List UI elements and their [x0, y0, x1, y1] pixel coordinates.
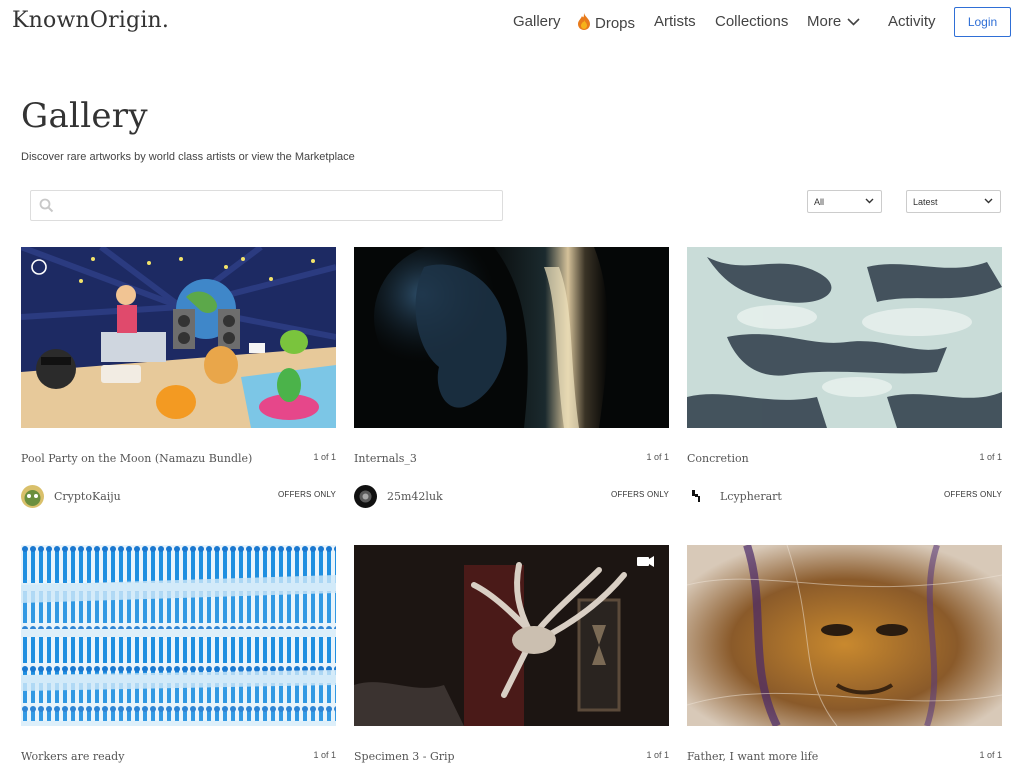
artwork-title[interactable]: Pool Party on the Moon (Namazu Bundle)	[21, 452, 252, 465]
artwork-image[interactable]	[21, 545, 336, 726]
nav-collections[interactable]: Collections	[715, 13, 788, 30]
category-select[interactable]: All	[807, 190, 882, 213]
artist-name[interactable]: CryptoKaiju	[54, 490, 121, 503]
edition-count: 1 of 1	[646, 750, 669, 760]
chevron-down-icon	[847, 18, 860, 26]
artist-row[interactable]: 25m42luk OFFERS ONLY	[354, 485, 669, 508]
artist-name[interactable]: Lcypherart	[720, 490, 782, 503]
artwork-title[interactable]: Workers are ready	[21, 750, 124, 763]
artwork-image[interactable]	[354, 545, 669, 726]
avatar[interactable]	[354, 485, 377, 508]
edition-count: 1 of 1	[313, 750, 336, 760]
edition-count: 1 of 1	[313, 452, 336, 462]
chevron-down-icon	[984, 198, 993, 204]
status-badge: OFFERS ONLY	[943, 490, 1002, 499]
artist-name[interactable]: 25m42luk	[387, 490, 443, 503]
avatar[interactable]	[21, 485, 44, 508]
artwork-image[interactable]	[687, 247, 1002, 428]
category-select-value: All	[814, 197, 825, 207]
artwork-card[interactable]: Concretion 1 of 1 Lcypherart OFFERS ONLY	[687, 247, 1002, 508]
nav-more-label: More	[807, 13, 842, 30]
nav-drops-label: Drops	[595, 15, 636, 32]
chevron-down-icon	[865, 198, 874, 204]
edition-count: 1 of 1	[646, 452, 669, 462]
artwork-image[interactable]	[354, 247, 669, 428]
status-badge: OFFERS ONLY	[610, 490, 669, 499]
sort-select-value: Latest	[913, 197, 938, 207]
artwork-title[interactable]: Specimen 3 - Grip	[354, 750, 455, 763]
artwork-card[interactable]: Specimen 3 - Grip 1 of 1	[354, 545, 669, 763]
artist-row[interactable]: Lcypherart OFFERS ONLY	[687, 485, 1002, 508]
nav-artists[interactable]: Artists	[654, 13, 696, 30]
edition-count: 1 of 1	[979, 750, 1002, 760]
sort-select[interactable]: Latest	[906, 190, 1001, 213]
status-badge: OFFERS ONLY	[277, 490, 336, 499]
artwork-image[interactable]	[687, 545, 1002, 726]
artwork-title[interactable]: Concretion	[687, 452, 749, 465]
artwork-image[interactable]	[21, 247, 336, 428]
flame-icon	[578, 13, 590, 30]
edition-count: 1 of 1	[979, 452, 1002, 462]
avatar[interactable]	[687, 485, 710, 508]
search-input[interactable]	[61, 195, 491, 217]
artwork-card[interactable]: Workers are ready 1 of 1	[21, 545, 336, 763]
artwork-title[interactable]: Father, I want more life	[687, 750, 818, 763]
artwork-title[interactable]: Internals_3	[354, 452, 417, 465]
page-title: Gallery	[21, 96, 148, 136]
page-subtitle: Discover rare artworks by world class ar…	[21, 151, 355, 163]
nav-activity[interactable]: Activity	[888, 13, 936, 30]
artwork-card[interactable]: Pool Party on the Moon (Namazu Bundle) 1…	[21, 247, 336, 508]
search-box[interactable]	[30, 190, 503, 221]
artwork-card[interactable]: Father, I want more life 1 of 1	[687, 545, 1002, 763]
artist-row[interactable]: CryptoKaiju OFFERS ONLY	[21, 485, 336, 508]
nav-drops[interactable]: Drops	[577, 13, 635, 32]
main-nav: Gallery Drops Artists Collections More A…	[0, 0, 1024, 44]
artwork-card[interactable]: Internals_3 1 of 1 25m42luk OFFERS ONLY	[354, 247, 669, 508]
nav-gallery[interactable]: Gallery	[513, 13, 561, 30]
login-button[interactable]: Login	[954, 7, 1011, 37]
nav-more[interactable]: More	[807, 13, 860, 30]
search-icon	[39, 198, 54, 213]
